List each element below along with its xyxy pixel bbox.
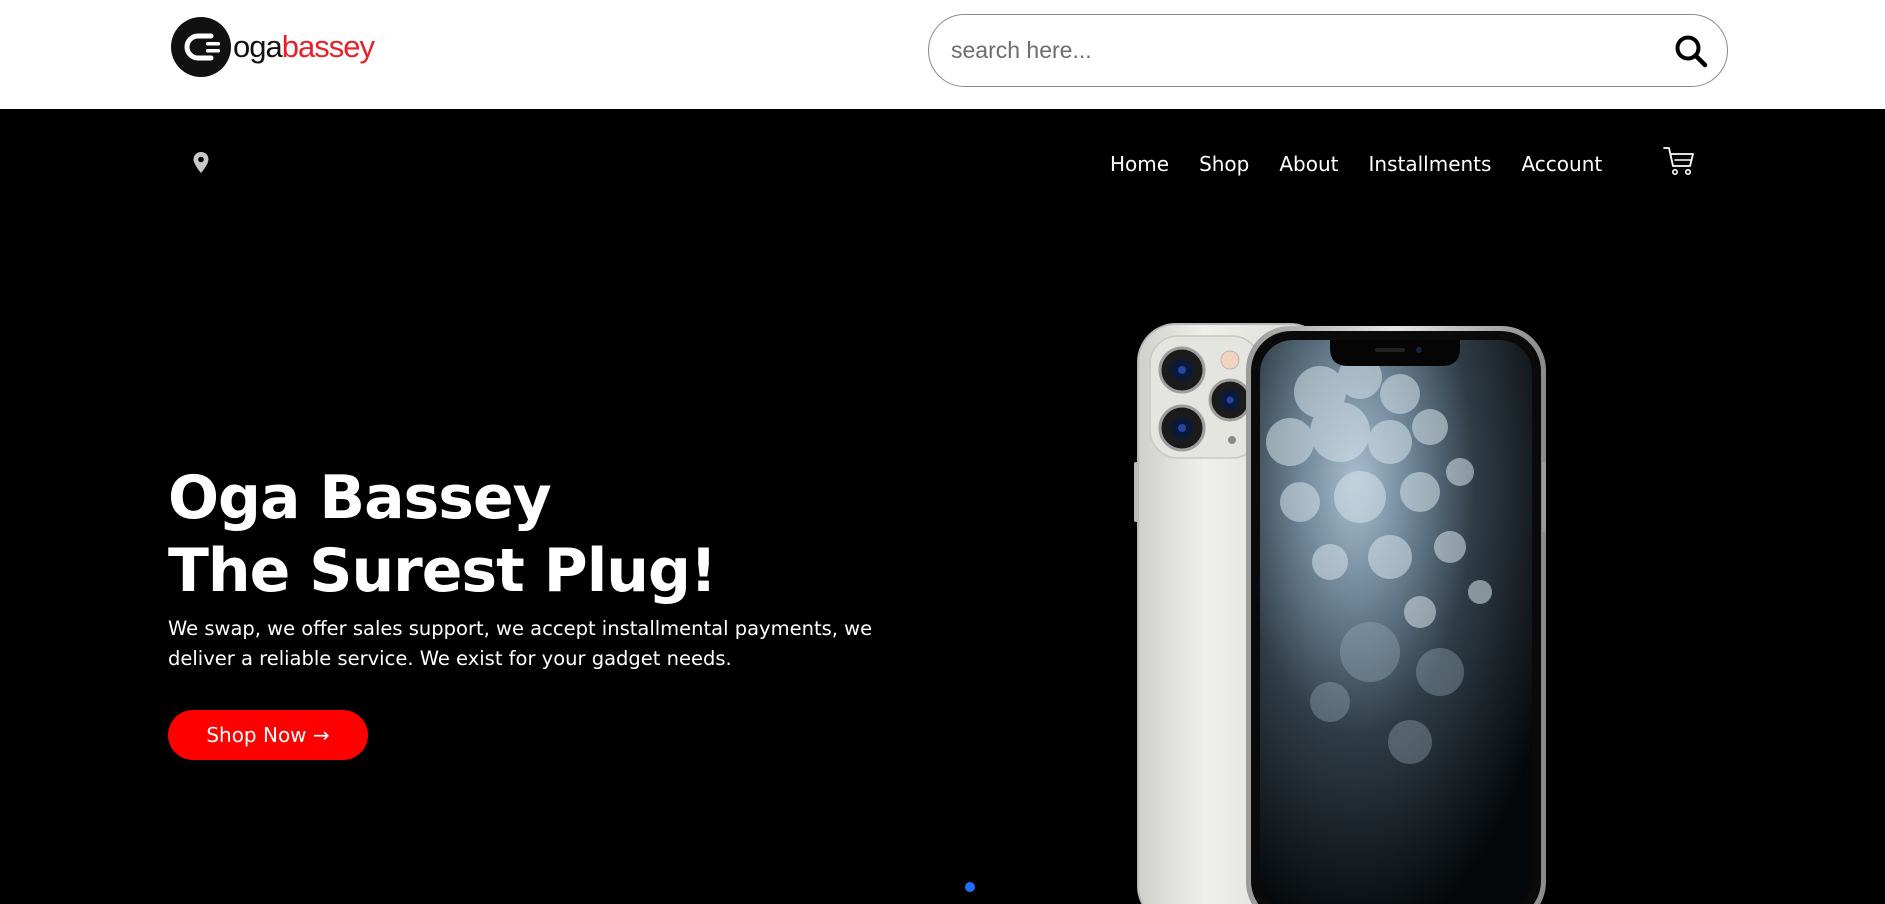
brand-name-dark: oga	[233, 28, 283, 64]
nav-item-installments[interactable]: Installments	[1369, 152, 1492, 176]
brand-logo[interactable]: ogabassey	[170, 16, 375, 78]
hero-description: We swap, we offer sales support, we acce…	[168, 617, 873, 670]
nav-item-home[interactable]: Home	[1110, 152, 1169, 176]
plug-logo-icon	[171, 17, 231, 77]
top-header: ogabassey	[0, 0, 1885, 109]
brand-name-accent: bassey	[281, 28, 375, 64]
carousel-dot-active[interactable]	[965, 882, 975, 892]
cart-icon[interactable]	[1663, 145, 1695, 177]
hero-title-line2: The Surest Plug!	[168, 536, 717, 606]
nav-item-account[interactable]: Account	[1521, 152, 1602, 176]
smartphone-product-image	[1134, 323, 1546, 904]
map-pin-icon[interactable]	[192, 151, 210, 175]
nav-item-about[interactable]: About	[1279, 152, 1338, 176]
hero-title: Oga Bassey The Surest Plug!	[168, 462, 717, 608]
hero-title-line1: Oga Bassey	[168, 463, 552, 533]
brand-name: ogabassey	[233, 28, 375, 64]
nav-item-shop[interactable]: Shop	[1199, 152, 1249, 176]
search-icon[interactable]	[1673, 33, 1709, 69]
shop-now-button[interactable]: Shop Now →	[168, 710, 368, 760]
search-bar	[928, 14, 1728, 87]
main-nav: Home Shop About Installments Account	[1110, 147, 1632, 181]
search-input[interactable]	[949, 15, 1629, 86]
